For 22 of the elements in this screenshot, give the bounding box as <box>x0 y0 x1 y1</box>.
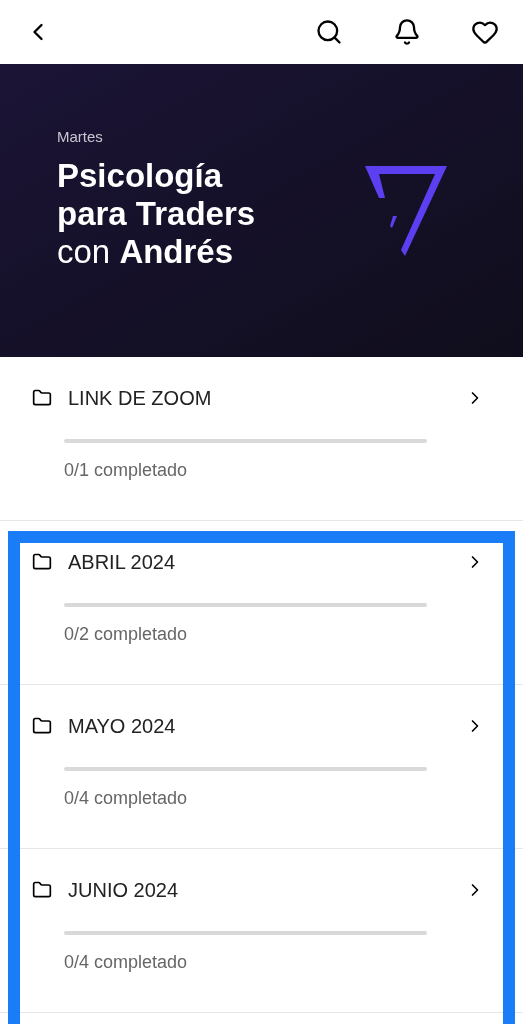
logo-icon <box>365 165 447 256</box>
module-row[interactable]: LINK DE ZOOM <box>32 383 485 413</box>
course-title: Psicología para Traders con Andrés <box>57 156 257 271</box>
folder-icon <box>32 880 52 900</box>
folder-icon <box>32 716 52 736</box>
progress-text: 0/1 completado <box>64 459 189 482</box>
module-row[interactable]: MAYO 2024 <box>32 711 485 741</box>
module-title: LINK DE ZOOM <box>68 386 213 411</box>
progress-text: 0/4 completado <box>64 951 189 974</box>
module-title: MAYO 2024 <box>68 714 177 739</box>
module-title: JUNIO 2024 <box>68 878 180 903</box>
heart-icon[interactable] <box>471 18 499 46</box>
module-row[interactable]: ABRIL 2024 <box>32 547 485 577</box>
folder-icon <box>32 552 52 572</box>
day-label: Martes <box>57 127 104 148</box>
bell-icon[interactable] <box>393 18 421 46</box>
folder-icon <box>32 388 52 408</box>
module-row[interactable]: JUNIO 2024 <box>32 875 485 905</box>
module-title: ABRIL 2024 <box>68 550 177 575</box>
search-icon[interactable] <box>315 18 343 46</box>
progress-text: 0/4 completado <box>64 787 189 810</box>
progress-text: 0/2 completado <box>64 623 189 646</box>
